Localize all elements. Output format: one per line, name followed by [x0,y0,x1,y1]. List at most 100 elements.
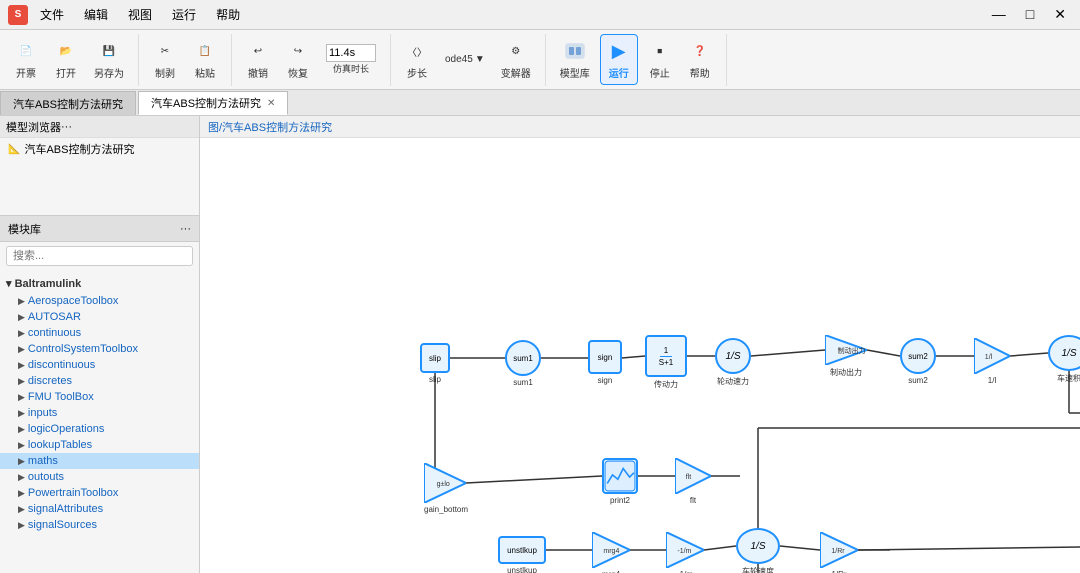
menu-edit[interactable]: 编辑 [80,4,112,25]
sim-time-input[interactable] [326,44,376,62]
svg-text:制动出力: 制动出力 [838,346,866,355]
menu-help[interactable]: 帮助 [212,4,244,25]
block-print2[interactable] [602,458,638,494]
new-button[interactable]: 📄 开票 [8,35,44,84]
tab-close-icon[interactable]: ✕ [267,98,275,109]
svg-text:1/l: 1/l [985,354,993,361]
block-unstlkup[interactable]: unstlkup [498,536,546,564]
block-传动力[interactable]: 1S+1 [645,335,687,377]
block-车轮速度[interactable]: 1/S [736,528,780,564]
lib-tree-root[interactable]: ▾ Baltramulink [0,274,199,293]
lib-tree-item-signalattributes[interactable]: ▶signalAttributes [0,501,199,517]
block-label-sum2: sum2 [900,376,936,385]
canvas-area: 图/汽车ABS控制方法研究 [200,116,1080,573]
block--1/m[interactable]: -1/m [666,532,704,568]
lib-tree-item-signalsources[interactable]: ▶signalSources [0,517,199,533]
solver-settings-button[interactable]: ⚙ 变解器 [495,35,537,84]
stop-button[interactable]: ⏹ 停止 [642,35,678,84]
model-browser-header: 模型浏览器 ··· [0,116,199,138]
copy-button[interactable]: 📋 粘贴 [187,35,223,84]
sidebar: 模型浏览器 ··· 📐 汽车ABS控制方法研究 模块库 ··· ▾ Baltra… [0,116,200,573]
block-label-slip: slip [420,375,450,384]
lib-tree-item-controlsystemtoolbox[interactable]: ▶ControlSystemToolbox [0,341,199,357]
run-icon: ▶ [607,39,631,63]
menu-view[interactable]: 视图 [124,4,156,25]
stepsize-icon: 〈〉 [405,39,429,63]
model-icon: 📐 [8,144,20,155]
help-button[interactable]: ❓ 帮助 [682,35,718,84]
block-1/l[interactable]: 1/l [974,338,1010,374]
lib-tree-item-autosar[interactable]: ▶AUTOSAR [0,309,199,325]
toolbar-group-run: 模型库 ▶ 运行 ⏹ 停止 ❓ 帮助 [554,34,727,86]
stepsize-button[interactable]: 〈〉 步长 [399,35,435,84]
tree-items: ▶AerospaceToolbox▶AUTOSAR▶continuous▶Con… [0,293,199,533]
block-车速积[interactable]: 1/S [1048,335,1080,371]
tab-0[interactable]: 汽车ABS控制方法研究 [0,91,136,115]
lib-tree-item-fmu toolbox[interactable]: ▶FMU ToolBox [0,389,199,405]
block-label-传动力: 传动力 [645,379,687,390]
run-button[interactable]: ▶ 运行 [600,34,638,85]
open-button[interactable]: 📂 打开 [48,35,84,84]
library-button[interactable]: 模型库 [554,35,596,84]
toolbar-group-solver: 〈〉 步长 ode45 ▼ ⚙ 变解器 [399,34,546,86]
block-label-print2: print2 [602,496,638,505]
block-gain_bottom[interactable]: g±lo [424,463,466,503]
menu-run[interactable]: 运行 [168,4,200,25]
model-browser-panel: 模型浏览器 ··· 📐 汽车ABS控制方法研究 [0,116,199,216]
sim-time-input-group[interactable]: 仿真时长 [320,40,382,79]
lib-tree-item-logicoperations[interactable]: ▶logicOperations [0,421,199,437]
copy-icon: 📋 [193,39,217,63]
tree-root-arrow: ▾ [6,278,12,290]
close-button[interactable]: ✕ [1048,6,1072,23]
app-icon: S [8,5,28,25]
model-browser-item[interactable]: 📐 汽车ABS控制方法研究 [0,138,199,160]
minimize-button[interactable]: — [986,6,1012,23]
solver-select[interactable]: ode45 ▼ [439,50,491,69]
undo-icon: ↩ [246,39,270,63]
model-browser-menu-icon[interactable]: ··· [61,121,72,133]
tab-bar: 汽车ABS控制方法研究 汽车ABS控制方法研究 ✕ [0,90,1080,116]
block-轮动速力[interactable]: 1/S [715,338,751,374]
lib-search-input[interactable] [6,246,193,266]
redo-button[interactable]: ↪ 恢复 [280,35,316,84]
svg-text:flt: flt [686,474,692,481]
block-flt[interactable]: flt [675,458,711,494]
lib-tree-item-continuous[interactable]: ▶continuous [0,325,199,341]
tab-1[interactable]: 汽车ABS控制方法研究 ✕ [138,91,288,115]
lib-menu-icon[interactable]: ··· [180,223,191,235]
lib-search-container [0,242,199,270]
block-sign[interactable]: sign [588,340,622,374]
simulink-canvas[interactable]: slipslipsum1sum1signsign传动力1S+1轮动速力1/S制动… [200,138,1080,573]
lib-tree-item-outouts[interactable]: ▶outouts [0,469,199,485]
window-controls: — □ ✕ [986,6,1072,23]
breadcrumb: 图/汽车ABS控制方法研究 [200,116,1080,138]
svg-text:1/Rr: 1/Rr [831,548,845,555]
lib-tree-item-discontinuous[interactable]: ▶discontinuous [0,357,199,373]
toolbar: 📄 开票 📂 打开 💾 另存为 ✂ 制剥 📋 粘贴 ↩ 撤销 ↪ 恢复 [0,30,1080,90]
connection-lines-svg [200,138,1080,573]
lib-tree-item-maths[interactable]: ▶maths [0,453,199,469]
block-sum1[interactable]: sum1 [505,340,541,376]
svg-text:g±lo: g±lo [437,481,450,488]
menu-file[interactable]: 文件 [36,4,68,25]
block-label-1/l: 1/l [974,376,1010,385]
block-label-gain_bottom: gain_bottom [424,505,466,514]
block-sum2[interactable]: sum2 [900,338,936,374]
cut-button[interactable]: ✂ 制剥 [147,35,183,84]
lib-tree-item-discretes[interactable]: ▶discretes [0,373,199,389]
lib-tree-item-inputs[interactable]: ▶inputs [0,405,199,421]
block-制动出力[interactable]: 制动出力 [825,335,867,365]
lib-tree-item-lookuptables[interactable]: ▶lookupTables [0,437,199,453]
undo-button[interactable]: ↩ 撤销 [240,35,276,84]
maximize-button[interactable]: □ [1020,6,1040,23]
block-1/Rr[interactable]: 1/Rr [820,532,858,568]
block-mrg4[interactable]: mrg4 [592,532,630,568]
lib-tree-item-powertraintoolbox[interactable]: ▶PowertrainToolbox [0,485,199,501]
block-label-sign: sign [588,376,622,385]
block-slip[interactable]: slip [420,343,450,373]
svg-text:-1/m: -1/m [677,548,691,555]
block-label-轮动速力: 轮动速力 [715,376,751,387]
lib-tree-item-aerospacetoolbox[interactable]: ▶AerospaceToolbox [0,293,199,309]
saveas-button[interactable]: 💾 另存为 [88,35,130,84]
block-label-车轮速度: 车轮速度 [736,566,780,573]
